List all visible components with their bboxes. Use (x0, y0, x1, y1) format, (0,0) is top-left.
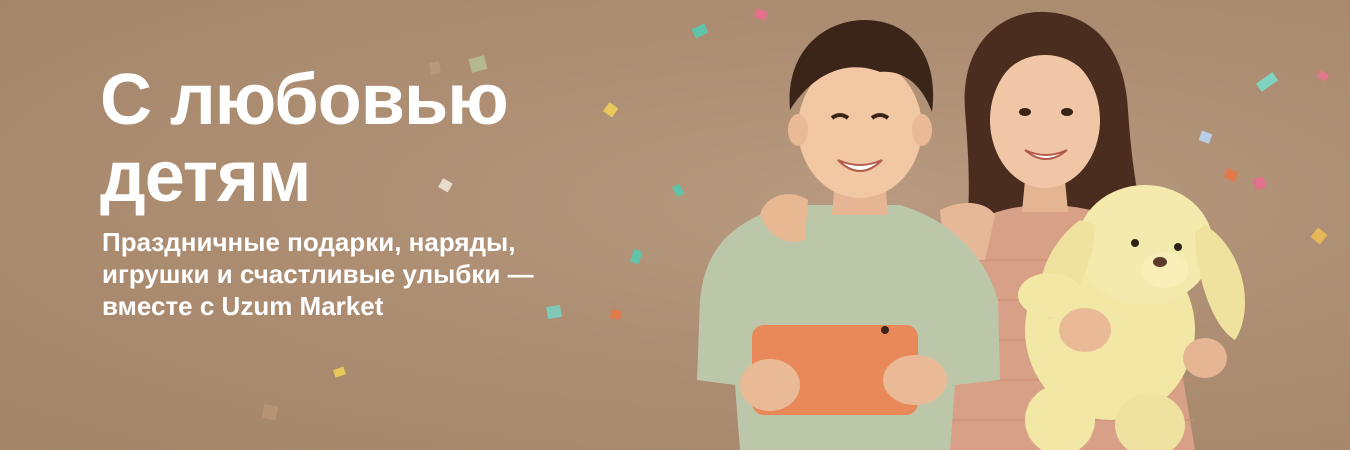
children-photo (697, 11, 1245, 450)
promo-banner[interactable]: С любовью детям Праздничные подарки, нар… (0, 0, 1350, 450)
